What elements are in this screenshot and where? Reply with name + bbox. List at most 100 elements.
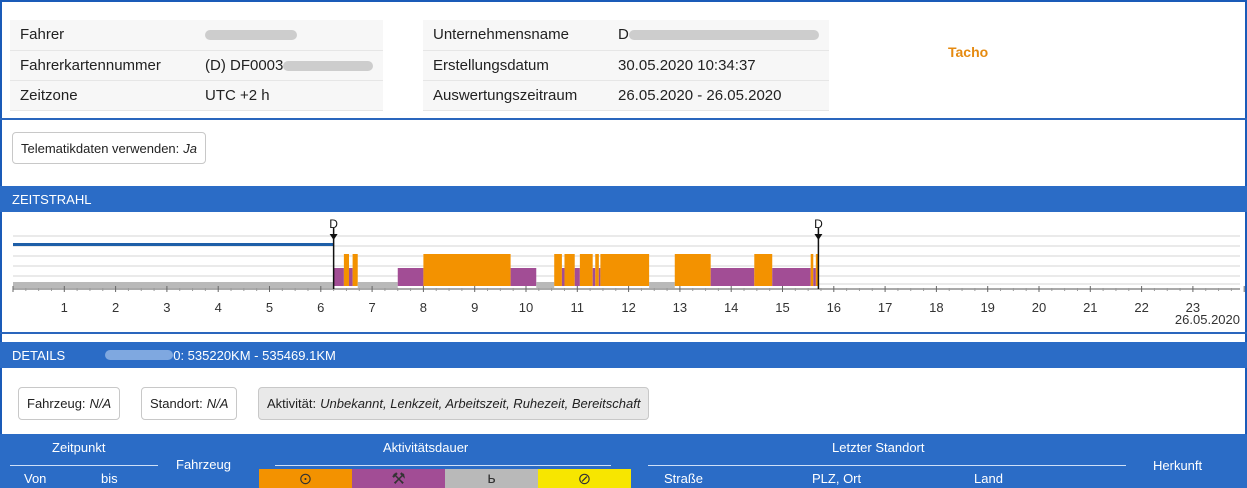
info-key: Erstellungsdatum [423, 50, 608, 81]
redacted-blur [205, 30, 297, 41]
telematik-label: Telematikdaten verwenden: [21, 140, 180, 156]
hour-label: 21 [1083, 300, 1097, 315]
info-row-unternehmensname: Unternehmensname D [423, 20, 829, 51]
details-header: DETAILS 0: 535220KM - 535469.1KM [0, 342, 1247, 368]
info-value: 30.05.2020 10:34:37 [608, 50, 829, 81]
telematik-toggle[interactable]: Telematikdaten verwenden: Ja [12, 132, 206, 164]
company-info-panel: Unternehmensname D Erstellungsdatum 30.0… [423, 20, 846, 111]
bereitschaft-icon[interactable]: ⊘ [538, 469, 631, 488]
segment-ruhezeit [357, 282, 398, 288]
filter-standort-label: Standort: [150, 396, 203, 411]
col-aktivitaetsdauer[interactable]: Aktivitätsdauer [383, 440, 468, 455]
hour-label: 22 [1134, 300, 1148, 315]
filter-fahrzeug[interactable]: Fahrzeug: N/A [18, 387, 121, 420]
hour-label: 7 [368, 300, 375, 315]
segment-unknown [13, 243, 334, 246]
divider [0, 118, 1247, 120]
info-row-fahrerkartennummer: Fahrerkartennummer (D) DF0003 [10, 50, 384, 81]
hour-label: 13 [673, 300, 687, 315]
segment-ruhezeit [649, 282, 675, 288]
info-row-erstellungsdatum: Erstellungsdatum 30.05.2020 10:34:37 [423, 50, 829, 81]
segment-lenkzeit [564, 254, 575, 286]
divider [0, 332, 1247, 334]
hour-label: 20 [1032, 300, 1046, 315]
info-row-auswertungszeitraum: Auswertungszeitraum 26.05.2020 - 26.05.2… [423, 80, 829, 111]
info-key: Zeitzone [10, 80, 195, 111]
segment-lenkzeit [754, 254, 773, 286]
segment-ruhezeit [13, 282, 334, 288]
col-herkunft[interactable]: Herkunft [1153, 458, 1202, 473]
ruhezeit-icon[interactable]: ь [445, 469, 538, 488]
zeitstrahl-title: ZEITSTRAHL [12, 191, 92, 207]
arbeitszeit-icon[interactable]: ⚒ [352, 469, 445, 488]
hour-label: 17 [878, 300, 892, 315]
filter-fahrzeug-label: Fahrzeug: [27, 396, 86, 411]
hour-label: 19 [980, 300, 994, 315]
header-underline [10, 465, 158, 466]
filter-standort[interactable]: Standort: N/A [141, 387, 238, 420]
info-key: Fahrer [10, 20, 195, 51]
segment-lenkzeit [674, 254, 711, 286]
segment-arbeitszeit [710, 268, 755, 286]
col-plz-ort[interactable]: PLZ, Ort [812, 471, 861, 486]
hour-label: 10 [519, 300, 533, 315]
segment-arbeitszeit [561, 268, 565, 286]
segment-arbeitszeit [349, 268, 353, 286]
segment-arbeitszeit [397, 268, 424, 286]
filter-aktivitaet-label: Aktivität: [267, 396, 317, 411]
col-strasse[interactable]: Straße [664, 471, 703, 486]
marker-label: D [814, 217, 823, 231]
hour-label: 3 [163, 300, 170, 315]
marker-arrow-icon [814, 234, 823, 240]
col-letzter-standort[interactable]: Letzter Standort [832, 440, 925, 455]
segment-arbeitszeit [598, 268, 601, 286]
hour-label: 2 [112, 300, 119, 315]
col-land[interactable]: Land [974, 471, 1003, 486]
info-key: Unternehmensname [423, 20, 608, 51]
tacho-label: Tacho [948, 44, 989, 60]
hour-label: 12 [621, 300, 635, 315]
segment-lenkzeit [810, 254, 814, 286]
hour-label: 11 [571, 300, 585, 315]
col-fahrzeug[interactable]: Fahrzeug [176, 457, 231, 472]
segment-arbeitszeit [333, 268, 344, 286]
filter-standort-value: N/A [206, 396, 229, 411]
filter-fahrzeug-value: N/A [89, 396, 112, 411]
segment-arbeitszeit [510, 268, 537, 286]
segment-arbeitszeit [574, 268, 580, 286]
hour-label: 9 [471, 300, 478, 315]
segment-lenkzeit [423, 254, 511, 286]
lenkzeit-icon[interactable]: ⊙ [259, 469, 352, 488]
info-row-zeitzone: Zeitzone UTC +2 h [10, 80, 384, 111]
hour-label: 16 [827, 300, 841, 315]
col-von[interactable]: Von [24, 471, 46, 486]
marker-arrow-icon [329, 234, 338, 240]
col-bis[interactable]: bis [101, 471, 118, 486]
info-value: D [608, 20, 829, 51]
header-underline [648, 465, 1126, 466]
redacted-blur [628, 30, 819, 41]
info-value: (D) DF0003 [195, 50, 384, 81]
hour-label: 15 [775, 300, 789, 315]
segment-lenkzeit [600, 254, 650, 286]
info-value [195, 20, 384, 51]
hour-label: 8 [420, 300, 427, 315]
segment-lenkzeit [554, 254, 562, 286]
segment-ruhezeit [536, 282, 555, 288]
segment-arbeitszeit [813, 268, 816, 286]
hour-label: 18 [929, 300, 943, 315]
info-value: 26.05.2020 - 26.05.2020 [608, 80, 829, 111]
hour-label: 4 [215, 300, 222, 315]
hour-label: 14 [724, 300, 738, 315]
col-zeitpunkt[interactable]: Zeitpunkt [52, 440, 105, 455]
marker-label: D [329, 217, 338, 231]
date-label: 26.05.2020 [1175, 312, 1240, 327]
segment-lenkzeit [579, 254, 593, 286]
timeline-chart: 1 2 3 4 5 6 7 8 9 10 11 12 13 14 15 16 17 18 19 20 21 22 2326.… [12, 217, 1245, 327]
details-title: DETAILS [12, 347, 66, 363]
header-underline [275, 465, 611, 466]
filter-aktivitaet[interactable]: Aktivität: Unbekannt, Lenkzeit, Arbeitsze… [258, 387, 650, 420]
segment-lenkzeit [352, 254, 358, 286]
zeitstrahl-header: ZEITSTRAHL [0, 186, 1247, 212]
segment-lenkzeit [595, 254, 599, 286]
